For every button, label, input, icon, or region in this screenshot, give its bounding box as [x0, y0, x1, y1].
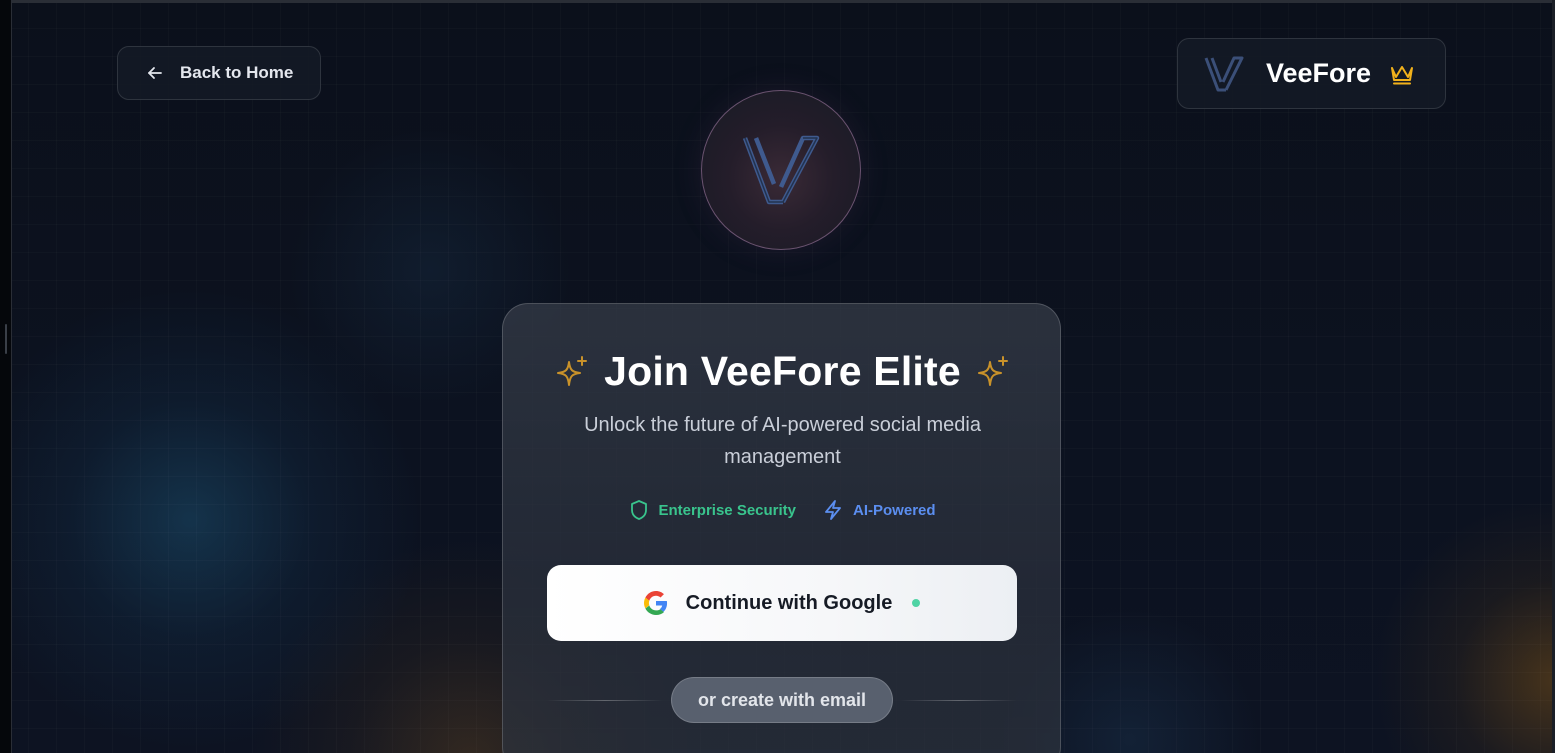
- badge-label: Enterprise Security: [658, 501, 797, 519]
- google-logo-icon: [643, 591, 667, 615]
- divider-line-right: [901, 699, 1018, 701]
- divider-line-left: [547, 699, 663, 701]
- card-subtitle: Unlock the future of AI-powered social m…: [584, 414, 981, 468]
- window-left-border: [0, 0, 12, 753]
- create-with-email-toggle[interactable]: or create with email: [670, 677, 894, 723]
- back-to-home-label: Back to Home: [180, 63, 294, 82]
- signup-card: Join VeeFore Elite Unlock the future of …: [502, 303, 1061, 753]
- brand-badge[interactable]: VeeFore: [1177, 38, 1446, 109]
- status-dot: [912, 599, 921, 607]
- lightning-icon: [825, 500, 841, 520]
- veefore-logo-icon: [1204, 56, 1244, 91]
- email-divider: or create with email: [547, 676, 1018, 724]
- badge-label: AI-Powered: [853, 501, 936, 519]
- google-button-label: Continue with Google: [685, 591, 893, 614]
- signup-page: Back to Home VeeFore Join VeeFore Elite …: [0, 0, 1555, 753]
- sparkle-icon: [977, 355, 1008, 386]
- window-top-border: [0, 0, 1555, 3]
- shield-icon: [631, 500, 648, 520]
- card-title: Join VeeFore Elite: [604, 348, 961, 394]
- sparkle-icon: [557, 355, 588, 386]
- crown-icon: [1391, 65, 1414, 84]
- card-title-row: Join VeeFore Elite: [503, 348, 1062, 395]
- continue-with-google-button[interactable]: Continue with Google: [547, 565, 1017, 641]
- feature-badges: Enterprise Security AI-Powered: [503, 499, 1062, 521]
- brand-name: VeeFore: [1266, 58, 1372, 88]
- arrow-left-icon: [148, 67, 162, 79]
- hero-logo: [701, 90, 861, 250]
- back-to-home-button[interactable]: Back to Home: [117, 46, 321, 100]
- badge-ai-powered: AI-Powered: [822, 499, 936, 521]
- resize-handle[interactable]: [5, 324, 7, 354]
- badge-enterprise-security: Enterprise Security: [629, 499, 796, 521]
- veefore-logo-icon: [742, 135, 820, 205]
